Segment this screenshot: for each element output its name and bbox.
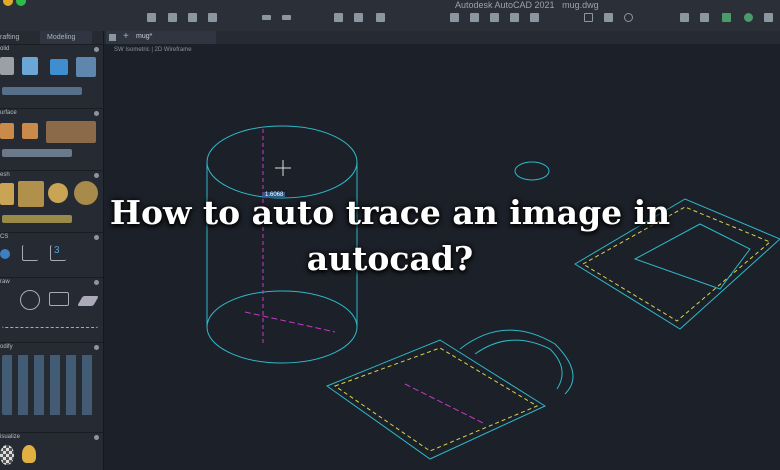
open-icon[interactable]: [168, 13, 177, 22]
mesh-sphere-icon[interactable]: [48, 183, 68, 203]
section-ucs: CS 3: [0, 232, 103, 277]
solid-edit-icons[interactable]: [2, 87, 82, 95]
headline-overlay: How to auto trace an image in autocad?: [109, 193, 671, 278]
sheet-set-icon[interactable]: [744, 13, 753, 22]
minimize-button[interactable]: [3, 0, 13, 6]
presspull-icon[interactable]: [50, 59, 68, 75]
document-tab[interactable]: + mug*: [106, 31, 216, 44]
ucs-3point-icon[interactable]: 3: [50, 245, 66, 261]
box-icon[interactable]: [0, 57, 14, 75]
save-icon[interactable]: [188, 13, 197, 22]
small-ellipse: [514, 161, 550, 181]
blend-icon[interactable]: [22, 123, 38, 139]
undo-icon[interactable]: [262, 15, 271, 20]
properties-icon[interactable]: [470, 13, 479, 22]
plus-icon[interactable]: +: [123, 31, 129, 42]
tool-palette: rafting Modeling olid urface esh CS 3 ra…: [0, 31, 104, 470]
smooth-icon[interactable]: [18, 181, 44, 207]
match-properties-icon[interactable]: [680, 13, 689, 22]
pan-icon[interactable]: [604, 13, 613, 22]
material-icon[interactable]: [0, 445, 14, 465]
title-bar: Autodesk AutoCAD 2021 mug.dwg: [0, 0, 780, 31]
settings-icon[interactable]: [94, 435, 99, 440]
print-icon[interactable]: [334, 13, 343, 22]
start-tab-icon[interactable]: [109, 34, 116, 41]
orbit-icon[interactable]: [624, 13, 633, 22]
settings-icon[interactable]: [94, 47, 99, 52]
surface-edit-icons[interactable]: [2, 149, 72, 157]
plot-icon[interactable]: [354, 13, 363, 22]
section-modify: odify: [0, 342, 103, 432]
block-icon[interactable]: [490, 13, 499, 22]
settings-icon[interactable]: [94, 173, 99, 178]
section-surface: urface: [0, 108, 103, 170]
new-icon[interactable]: [147, 13, 156, 22]
publish-icon[interactable]: [376, 13, 385, 22]
hatch-icon[interactable]: [77, 296, 99, 306]
world-ucs-icon[interactable]: [0, 249, 10, 259]
light-icon[interactable]: [22, 445, 36, 463]
mug-plate: [325, 329, 574, 460]
app-title: Autodesk AutoCAD 2021 mug.dwg: [455, 0, 599, 10]
section-draw: raw: [0, 277, 103, 342]
circle-icon[interactable]: [20, 290, 40, 310]
tab-drafting[interactable]: rafting: [0, 31, 19, 44]
redo-icon[interactable]: [282, 15, 291, 20]
surface-tools-icon[interactable]: [46, 121, 96, 143]
extrude-icon[interactable]: [22, 57, 38, 75]
settings-icon[interactable]: [94, 345, 99, 350]
quick-select-icon[interactable]: [700, 13, 709, 22]
layer-icon[interactable]: [450, 13, 459, 22]
section-mesh: esh: [0, 170, 103, 232]
save-as-icon[interactable]: [208, 13, 217, 22]
ucs-origin-icon[interactable]: [22, 245, 38, 261]
section-solid: olid: [0, 44, 103, 108]
xref-icon[interactable]: [510, 13, 519, 22]
draw-tools-icons[interactable]: [2, 318, 98, 328]
rectangle-icon[interactable]: [49, 292, 69, 306]
section-visualize: isualize: [0, 432, 103, 470]
tab-modeling[interactable]: Modeling: [40, 31, 92, 44]
sheet-icon[interactable]: [530, 13, 539, 22]
mesh-box-icon[interactable]: [0, 183, 14, 205]
settings-icon[interactable]: [94, 111, 99, 116]
solid-tools-icon[interactable]: [76, 57, 96, 77]
mesh-edit-icons[interactable]: [2, 215, 72, 223]
maximize-button[interactable]: [16, 0, 26, 6]
crosshair-cursor: [275, 160, 291, 176]
modify-tools-icons[interactable]: [2, 355, 98, 415]
design-center-icon[interactable]: [722, 13, 731, 22]
tool-palette-icon[interactable]: [764, 13, 773, 22]
network-surface-icon[interactable]: [0, 123, 14, 139]
zoom-window-icon[interactable]: [584, 13, 593, 22]
